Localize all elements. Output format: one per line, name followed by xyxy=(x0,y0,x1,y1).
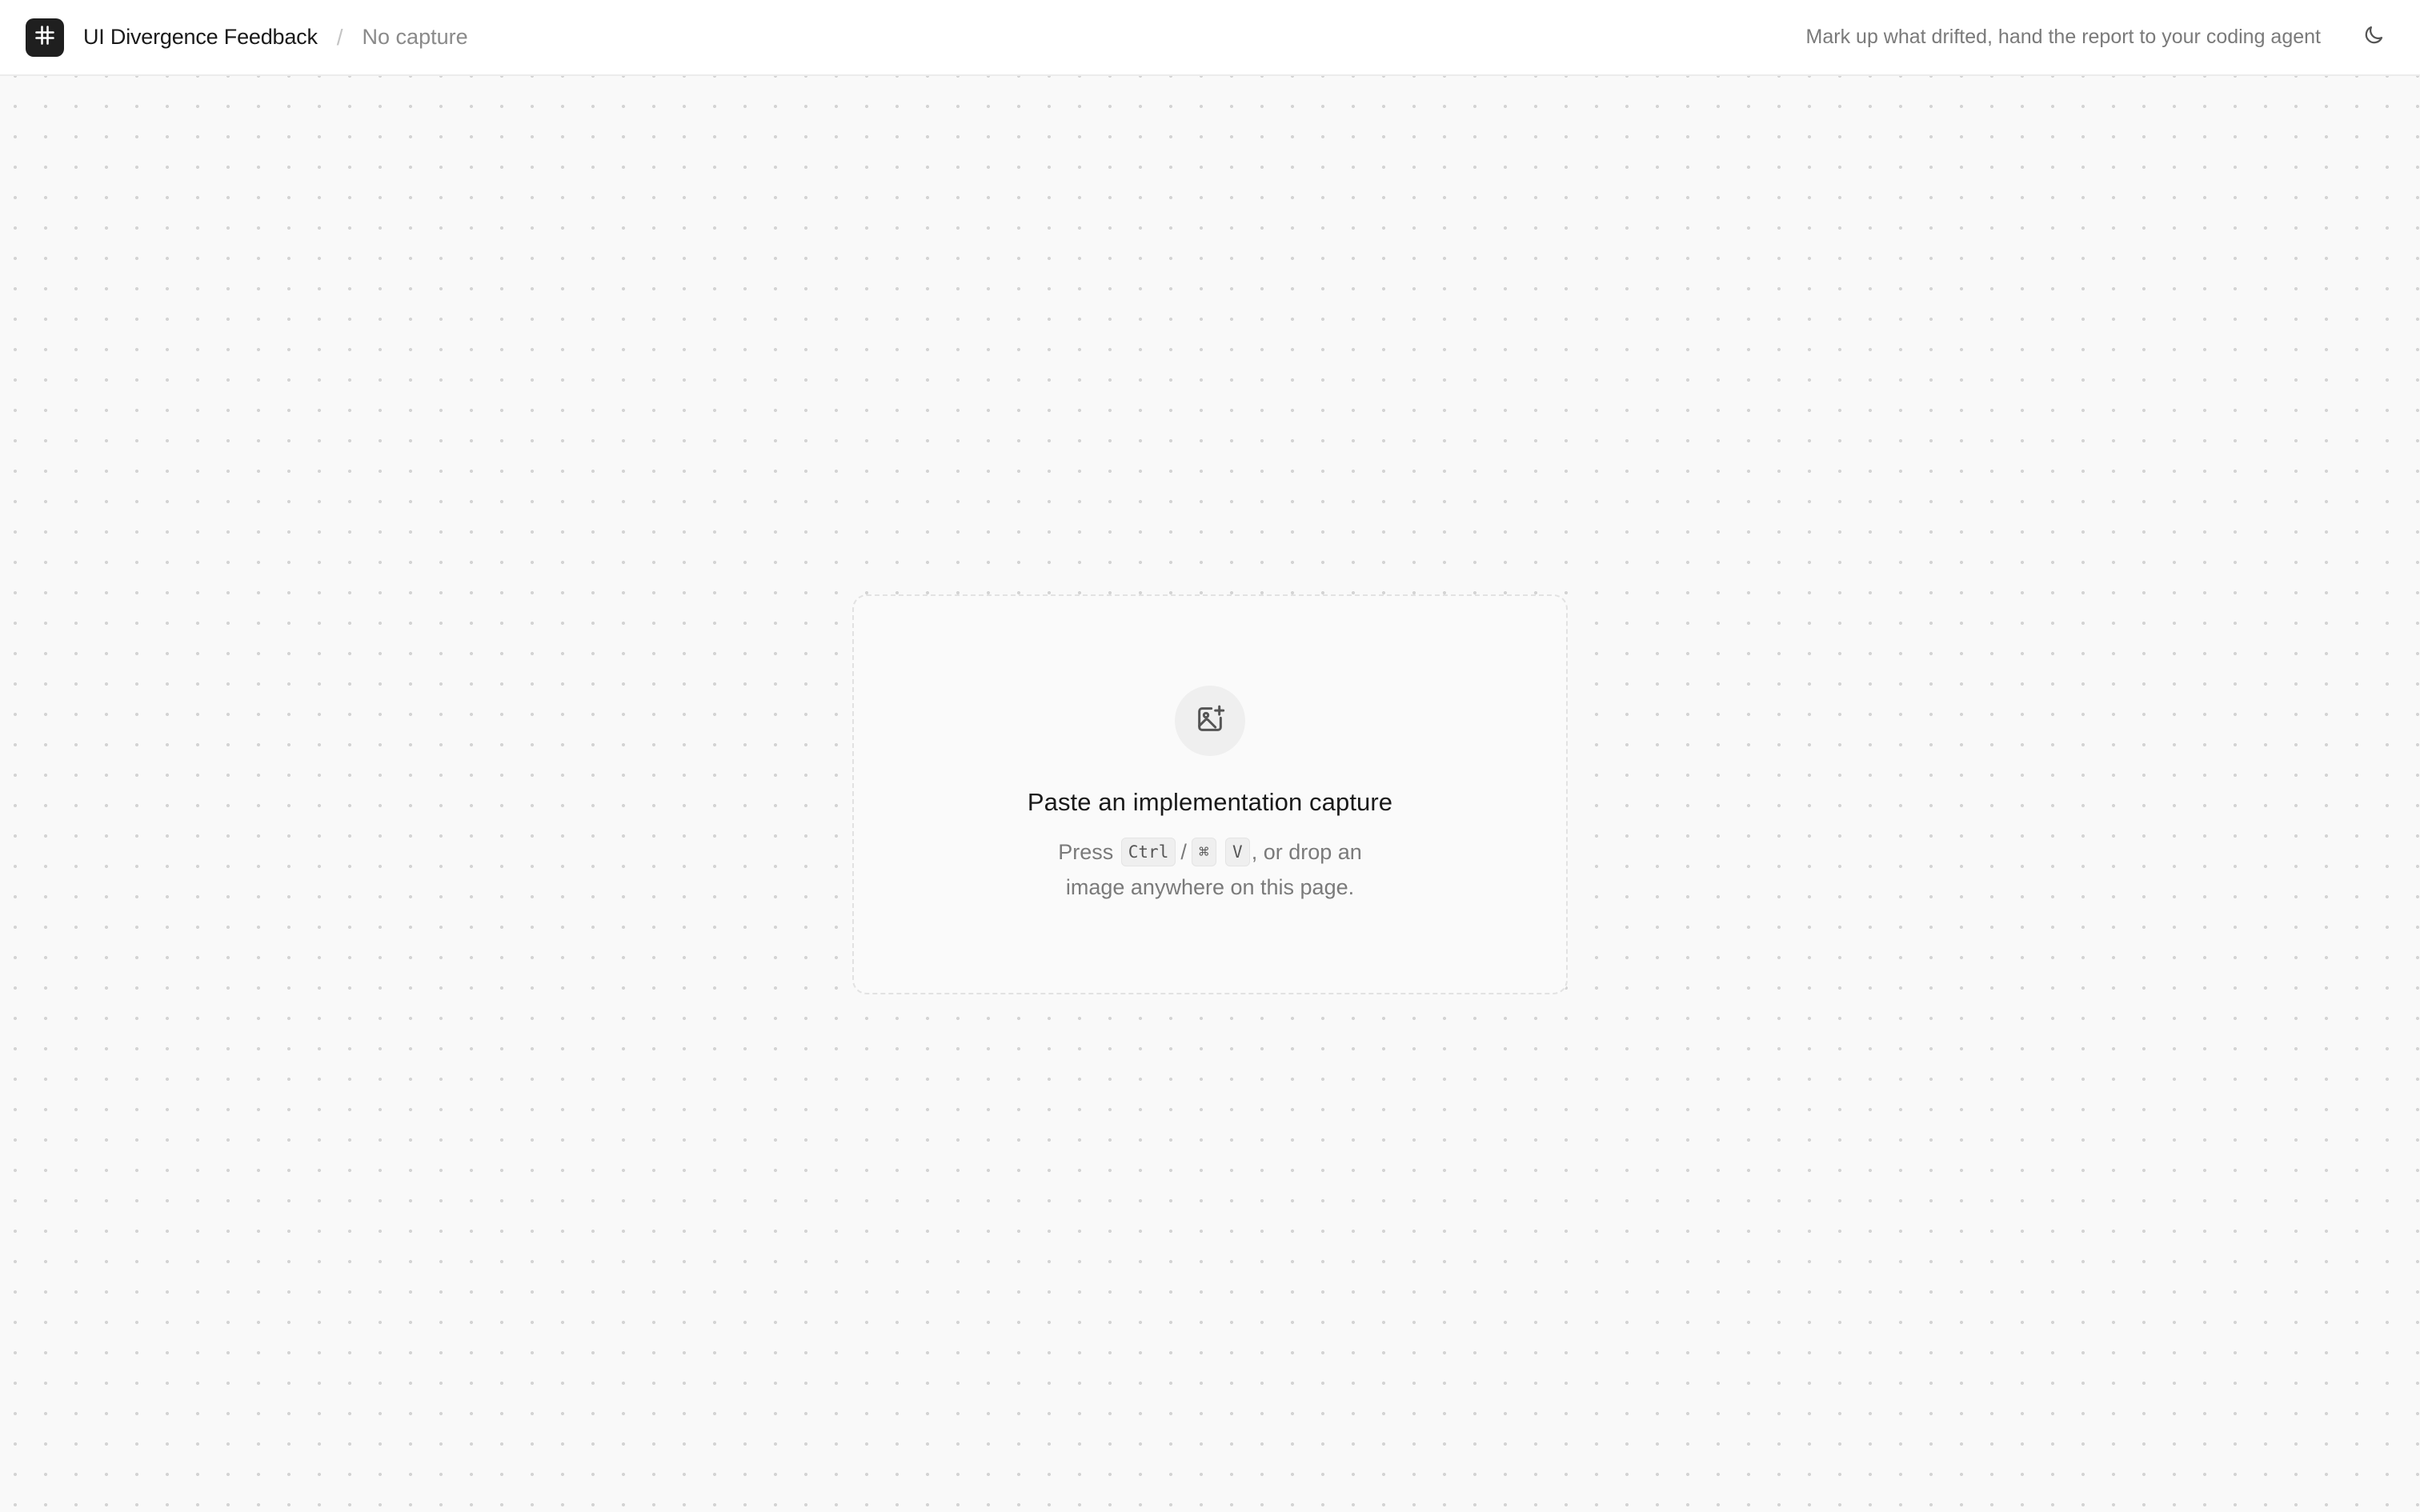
moon-icon xyxy=(2362,23,2386,51)
top-bar: UI Divergence Feedback / No capture Mark… xyxy=(0,0,2420,76)
desc-prefix: Press xyxy=(1058,840,1114,864)
breadcrumb-separator: / xyxy=(336,24,343,50)
app-logo[interactable] xyxy=(26,18,64,57)
kbd-ctrl: Ctrl xyxy=(1120,838,1176,866)
dropzone-description: Press Ctrl / ⌘ V, or drop an image anywher… xyxy=(1034,834,1386,905)
kbd-separator: / xyxy=(1180,840,1187,864)
dropzone-title: Paste an implementation capture xyxy=(1027,788,1393,816)
theme-toggle-button[interactable] xyxy=(2353,17,2394,58)
paste-dropzone[interactable]: Paste an implementation capture Press Ct… xyxy=(852,594,1568,994)
kbd-cmd: ⌘ xyxy=(1191,838,1216,866)
hash-grid-icon xyxy=(34,24,56,50)
app-tagline: Mark up what drifted, hand the report to… xyxy=(1805,26,2321,48)
dropzone-icon-wrap xyxy=(1175,686,1245,756)
image-plus-icon xyxy=(1194,703,1226,739)
kbd-v: V xyxy=(1225,838,1250,866)
breadcrumb-current-capture: No capture xyxy=(362,25,468,49)
app-title: UI Divergence Feedback xyxy=(83,25,318,49)
